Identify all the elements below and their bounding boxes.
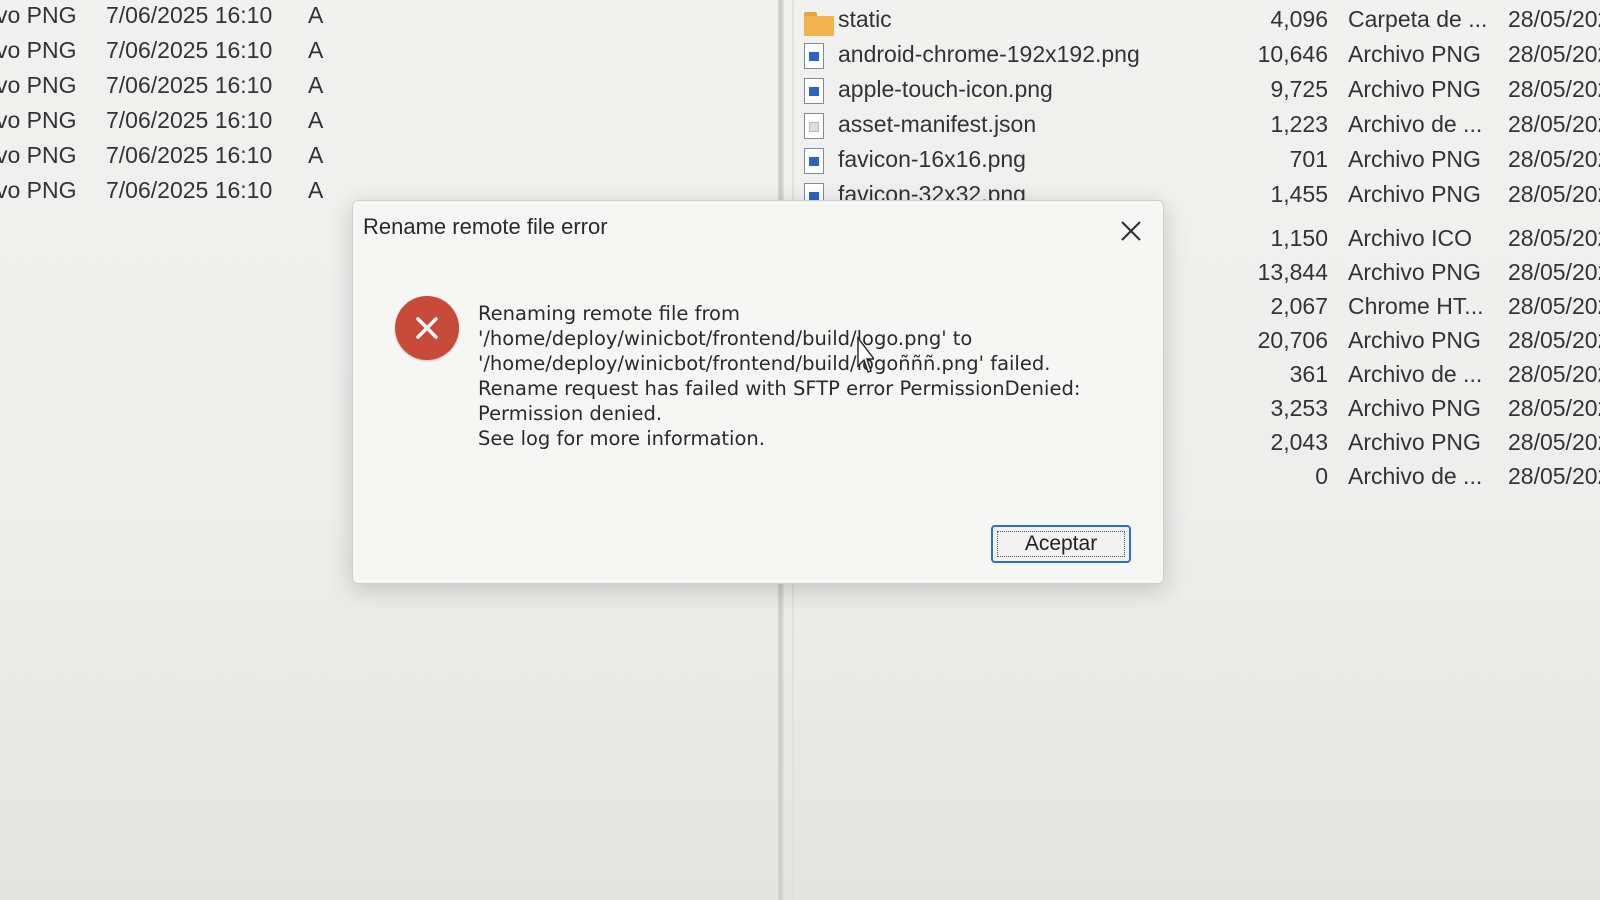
file-size-cell: 10,646	[1257, 41, 1328, 67]
file-date-cell: 7/06/2025 16:10	[106, 177, 273, 203]
file-date-cell: 28/05/2025	[1508, 395, 1600, 421]
focus-ring	[997, 531, 1125, 557]
file-date-cell: 28/05/2025	[1508, 429, 1600, 455]
file-type-cell: Carpeta de ...	[1348, 6, 1488, 32]
file-attr-cell: A	[308, 142, 324, 168]
file-date-cell: 7/06/2025 16:10	[106, 72, 273, 98]
remote-file-row[interactable]: android-chrome-192x192.png 10,646 Archiv…	[800, 41, 1600, 75]
message-line: Permission denied.	[478, 402, 663, 425]
file-type-cell: Archivo de ...	[1348, 463, 1483, 489]
file-date-cell: 28/05/2025	[1508, 146, 1600, 172]
file-date-cell: 28/05/2025	[1508, 6, 1600, 32]
file-type-cell: vo PNG	[0, 2, 77, 28]
file-name-cell: android-chrome-192x192.png	[838, 41, 1140, 67]
file-type-cell: Archivo PNG	[1348, 429, 1481, 455]
file-size-cell: 4,096	[1270, 6, 1328, 32]
file-attr-cell: A	[308, 107, 324, 133]
file-name-cell: apple-touch-icon.png	[838, 76, 1053, 102]
file-date-cell: 28/05/2025	[1508, 111, 1600, 137]
file-date-cell: 28/05/2025	[1508, 76, 1600, 102]
file-size-cell: 13,844	[1257, 259, 1328, 285]
file-attr-cell: A	[308, 2, 324, 28]
remote-file-row[interactable]: asset-manifest.json 1,223 Archivo de ...…	[800, 111, 1600, 145]
file-date-cell: 7/06/2025 16:10	[106, 142, 273, 168]
file-size-cell: 2,043	[1270, 429, 1328, 455]
file-type-cell: Archivo de ...	[1348, 111, 1483, 137]
file-size-cell: 701	[1289, 146, 1328, 172]
file-size-cell: 1,455	[1270, 181, 1328, 207]
message-line: '/home/deploy/winicbot/frontend/build/lo…	[478, 352, 1051, 375]
file-date-cell: 28/05/2025	[1508, 293, 1600, 319]
file-date-cell: 28/05/2025	[1508, 259, 1600, 285]
file-date-cell: 28/05/2025	[1508, 361, 1600, 387]
close-icon	[1121, 221, 1141, 241]
message-line: '/home/deploy/winicbot/frontend/build/lo…	[478, 327, 973, 350]
file-name-cell: favicon-16x16.png	[838, 146, 1026, 172]
file-type-cell: Archivo PNG	[1348, 41, 1481, 67]
file-date-cell: 7/06/2025 16:10	[106, 107, 273, 133]
file-date-cell: 28/05/2025	[1508, 327, 1600, 353]
rename-error-dialog: Rename remote file error Renaming remote…	[352, 200, 1164, 584]
file-type-cell: Archivo PNG	[1348, 76, 1481, 102]
file-size-cell: 1,150	[1270, 225, 1328, 251]
file-date-cell: 28/05/2025	[1508, 181, 1600, 207]
message-line: Rename request has failed with SFTP erro…	[478, 377, 1081, 400]
file-type-cell: vo PNG	[0, 107, 77, 133]
mouse-cursor-icon	[857, 336, 874, 373]
file-size-cell: 3,253	[1270, 395, 1328, 421]
message-line: Renaming remote file from	[478, 302, 740, 325]
remote-file-row[interactable]: apple-touch-icon.png 9,725 Archivo PNG 2…	[800, 76, 1600, 110]
file-date-cell: 7/06/2025 16:10	[106, 2, 273, 28]
accept-button[interactable]: Aceptar	[991, 525, 1131, 563]
error-icon	[395, 296, 459, 360]
error-message: Renaming remote file from '/home/deploy/…	[478, 301, 1128, 451]
file-date-cell: 28/05/2025	[1508, 41, 1600, 67]
file-type-cell: Archivo PNG	[1348, 395, 1481, 421]
file-size-cell: 20,706	[1257, 327, 1328, 353]
file-date-cell: 28/05/2025	[1508, 225, 1600, 251]
image-file-icon	[804, 43, 826, 71]
dialog-title: Rename remote file error	[363, 214, 608, 239]
file-type-cell: Archivo PNG	[1348, 259, 1481, 285]
close-button[interactable]	[1113, 213, 1149, 249]
file-type-cell: vo PNG	[0, 72, 77, 98]
file-size-cell: 2,067	[1270, 293, 1328, 319]
file-type-cell: Archivo PNG	[1348, 146, 1481, 172]
file-date-cell: 28/05/2025	[1508, 463, 1600, 489]
file-size-cell: 1,223	[1270, 111, 1328, 137]
file-type-cell: Chrome HT...	[1348, 293, 1484, 319]
file-size-cell: 0	[1315, 463, 1328, 489]
file-name-cell: static	[838, 6, 892, 32]
file-size-cell: 9,725	[1270, 76, 1328, 102]
file-attr-cell: A	[308, 177, 324, 203]
file-type-cell: vo PNG	[0, 177, 77, 203]
file-name-cell: asset-manifest.json	[838, 111, 1037, 137]
json-file-icon	[804, 113, 826, 141]
folder-icon	[804, 8, 834, 36]
image-file-icon	[804, 78, 826, 106]
file-type-cell: Archivo PNG	[1348, 327, 1481, 353]
file-type-cell: vo PNG	[0, 142, 77, 168]
message-line: See log for more information.	[478, 427, 765, 450]
file-type-cell: Archivo de ...	[1348, 361, 1483, 387]
file-type-cell: Archivo PNG	[1348, 181, 1481, 207]
file-type-cell: vo PNG	[0, 37, 77, 63]
file-size-cell: 361	[1289, 361, 1328, 387]
remote-file-row[interactable]: static 4,096 Carpeta de ... 28/05/2025	[800, 6, 1600, 40]
file-attr-cell: A	[308, 37, 324, 63]
image-file-icon	[804, 148, 826, 176]
file-date-cell: 7/06/2025 16:10	[106, 37, 273, 63]
remote-file-row[interactable]: favicon-16x16.png 701 Archivo PNG 28/05/…	[800, 146, 1600, 180]
file-type-cell: Archivo ICO	[1348, 225, 1472, 251]
file-attr-cell: A	[308, 72, 324, 98]
